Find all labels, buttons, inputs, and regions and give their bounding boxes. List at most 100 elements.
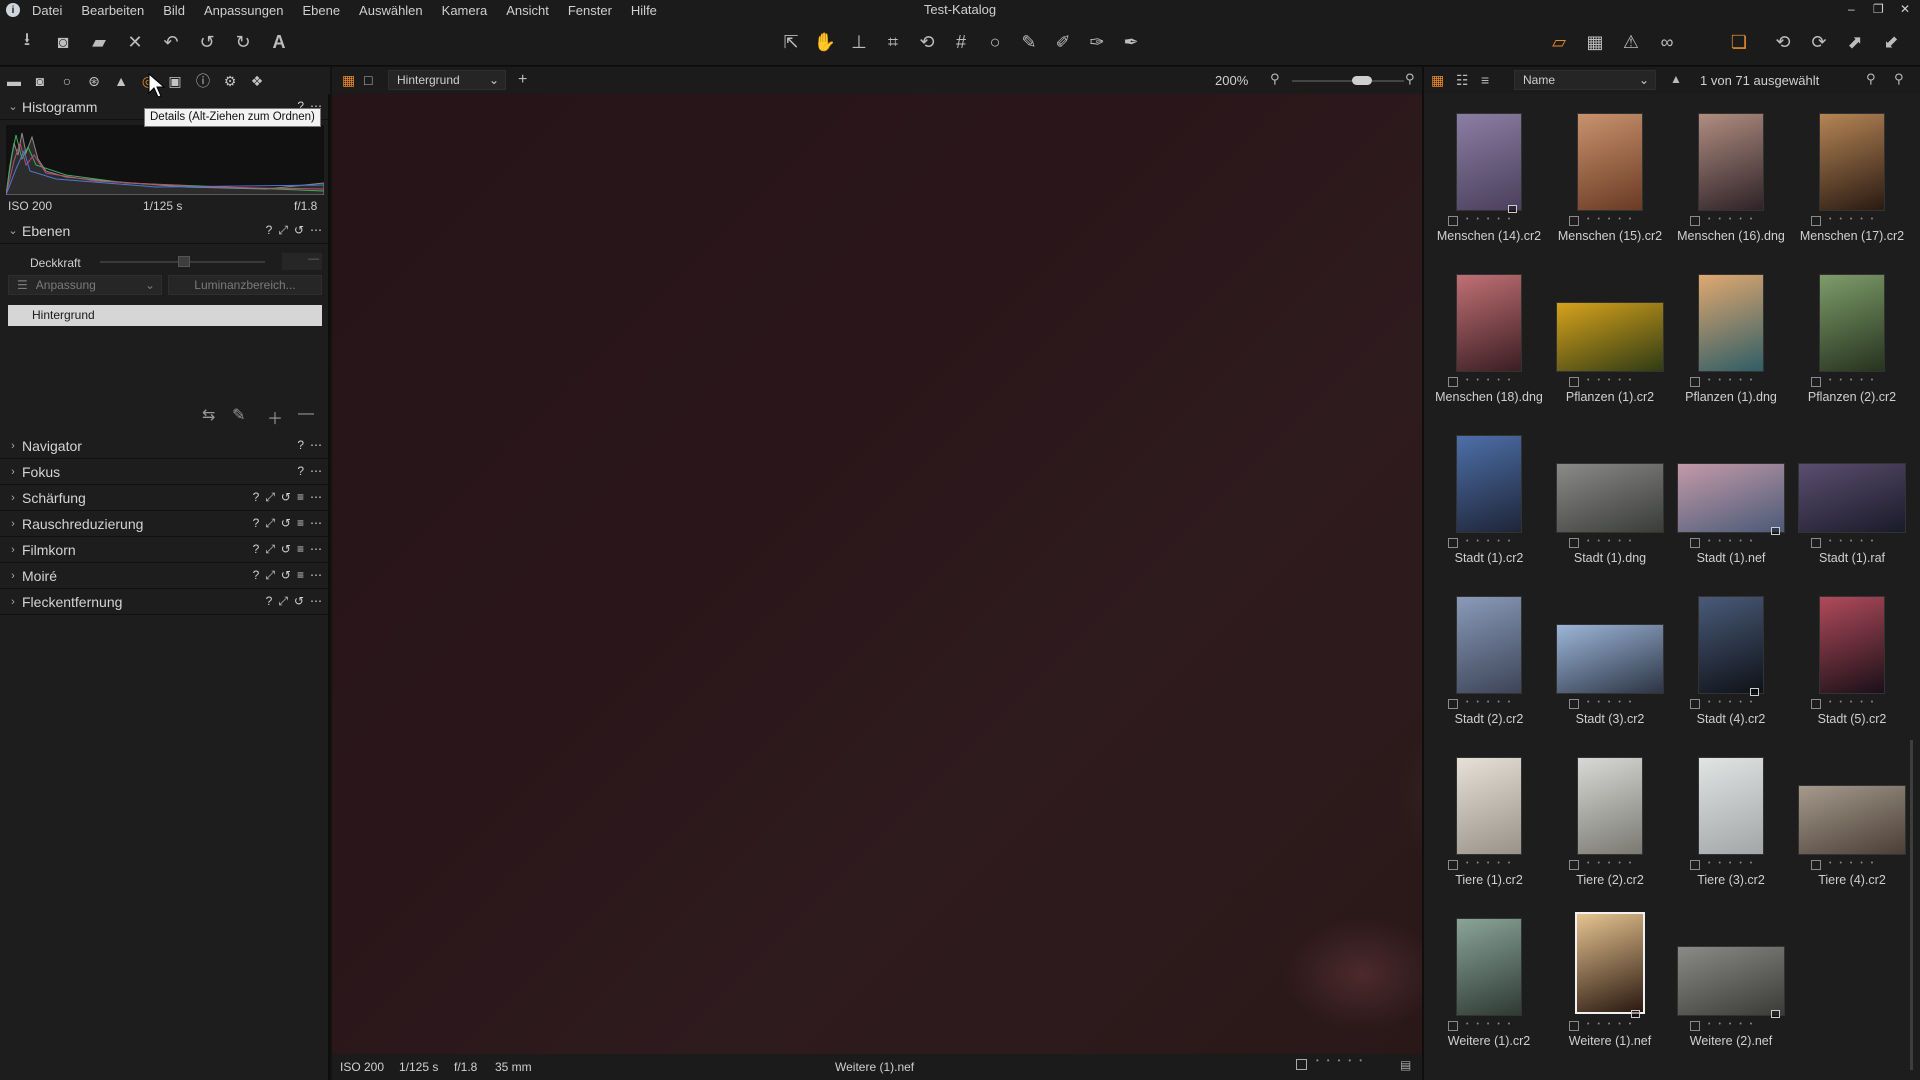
star-rating[interactable]: ••••• (1466, 377, 1518, 384)
thumbnail-image[interactable] (1677, 946, 1785, 1016)
crop-icon[interactable]: ⌗ (878, 27, 908, 57)
minimize-icon[interactable]: – (1848, 2, 1855, 16)
thumbnail-image[interactable] (1456, 435, 1522, 533)
image-viewer[interactable] (332, 94, 1422, 1054)
zoom-in-icon[interactable]: ⚲ (1405, 71, 1415, 87)
layer-brush-icon[interactable]: ✎ (232, 405, 245, 425)
help-icon[interactable]: ? (266, 223, 273, 238)
select-checkbox[interactable] (1448, 377, 1458, 387)
thumbnail-image[interactable] (1819, 113, 1885, 211)
thumbnail-item[interactable]: ••••• Tiere (2).cr2 (1549, 745, 1671, 906)
select-checkbox[interactable] (1690, 216, 1700, 226)
select-checkbox[interactable] (1448, 860, 1458, 870)
restore-icon[interactable]: ❐ (1873, 2, 1884, 16)
reset-icon[interactable]: ↺ (281, 516, 291, 531)
reset-icon[interactable]: ⟲ (1768, 27, 1798, 57)
star-rating[interactable]: ••••• (1466, 699, 1518, 706)
overlay-icon[interactable]: ▱ (1544, 27, 1574, 57)
brush-icon[interactable]: ✐ (1048, 27, 1078, 57)
thumbnail-item[interactable]: ••••• Menschen (17).cr2 (1791, 101, 1913, 262)
star-rating[interactable]: ••••• (1708, 1021, 1760, 1028)
grid-view-icon[interactable]: ▦ (1431, 72, 1444, 89)
select-checkbox[interactable] (1448, 699, 1458, 709)
select-checkbox[interactable] (1690, 699, 1700, 709)
more-icon[interactable]: ⋯ (310, 568, 322, 583)
rotate-icon[interactable]: ⟲ (912, 27, 942, 57)
undo-icon[interactable]: ↺ (192, 27, 222, 57)
help-icon[interactable]: ? (297, 464, 304, 478)
star-rating[interactable]: ••••• (1587, 377, 1639, 384)
more-icon[interactable]: ⋯ (310, 594, 322, 609)
thumbnail-item[interactable]: ••••• Stadt (3).cr2 (1549, 584, 1671, 745)
zoom-out-icon[interactable]: ⚲ (1270, 71, 1280, 87)
more-icon[interactable]: ⋯ (310, 490, 322, 505)
multi-view-icon[interactable]: ▦ (342, 72, 355, 89)
reset-icon[interactable]: ↺ (294, 594, 304, 609)
pen-icon[interactable]: ✒ (1116, 27, 1146, 57)
select-checkbox[interactable] (1690, 538, 1700, 548)
remove-layer-icon[interactable]: — (298, 405, 314, 423)
star-rating[interactable]: ••••• (1708, 538, 1760, 545)
presets-icon[interactable]: ≡ (297, 542, 304, 557)
thumbnail-item[interactable]: ••••• Stadt (5).cr2 (1791, 584, 1913, 745)
star-rating[interactable]: ••••• (1587, 216, 1639, 223)
thumbnail-image[interactable] (1556, 624, 1664, 694)
star-rating[interactable]: ••••• (1708, 377, 1760, 384)
thumbnail-image[interactable] (1577, 757, 1643, 855)
thumbnail-image[interactable] (1456, 596, 1522, 694)
layer-list-icon[interactable]: ⇆ (202, 405, 215, 425)
select-checkbox[interactable] (1569, 699, 1579, 709)
hand-icon[interactable]: ✋ (810, 27, 840, 57)
thumbnail-item[interactable]: ••••• Stadt (1).nef (1670, 423, 1792, 584)
expand-icon[interactable]: ⤢ (265, 568, 275, 583)
grid-icon[interactable]: ▦ (1580, 27, 1610, 57)
reset-icon[interactable]: ↺ (281, 542, 291, 557)
select-checkbox[interactable] (1569, 538, 1579, 548)
help-icon[interactable]: ? (253, 490, 260, 505)
star-rating[interactable]: ••••• (1708, 216, 1760, 223)
color-icon[interactable]: ○ (57, 71, 77, 91)
section-navigator[interactable]: › Navigator ? ⋯ (0, 433, 330, 459)
folder-icon[interactable]: ▰ (84, 27, 114, 57)
thumbnail-image[interactable] (1798, 463, 1906, 533)
select-checkbox[interactable] (1690, 1021, 1700, 1031)
thumbnail-item[interactable]: ••••• Weitere (1).cr2 (1428, 906, 1550, 1067)
thumbnail-item[interactable]: ••••• Pflanzen (1).dng (1670, 262, 1792, 423)
luminance-range-button[interactable]: Luminanzbereich... (168, 275, 322, 295)
opacity-slider-knob[interactable] (178, 256, 190, 267)
color-tag-icon[interactable]: ▤ (1400, 1058, 1411, 1072)
menu-fenster[interactable]: Fenster (568, 3, 612, 18)
redo-icon[interactable]: ↻ (228, 27, 258, 57)
undo-all-icon[interactable]: ↶ (156, 27, 186, 57)
thumbnail-item[interactable]: ••••• Stadt (4).cr2 (1670, 584, 1792, 745)
thumbnail-item[interactable]: ••••• Tiere (3).cr2 (1670, 745, 1792, 906)
help-icon[interactable]: ? (253, 516, 260, 531)
layer-select[interactable]: Hintergrund ⌄ (388, 70, 506, 90)
keystone-icon[interactable]: # (946, 27, 976, 57)
thumbnail-image[interactable] (1556, 463, 1664, 533)
filter-icon[interactable]: ⚲ (1866, 71, 1876, 87)
capture-icon[interactable]: ◙ (30, 71, 50, 91)
menu-anpassungen[interactable]: Anpassungen (204, 3, 284, 18)
apply-up-icon[interactable]: ⬈ (1840, 27, 1870, 57)
menu-hilfe[interactable]: Hilfe (631, 3, 657, 18)
section-filmkorn[interactable]: › Filmkorn ? ⤢ ↺ ≡ ⋯ (0, 537, 330, 563)
eraser-icon[interactable]: ✑ (1082, 27, 1112, 57)
exposure-icon[interactable]: ▲ (111, 71, 131, 91)
add-layer-icon[interactable]: + (518, 71, 527, 89)
reset-icon[interactable]: ↺ (294, 223, 304, 238)
select-checkbox[interactable] (1569, 860, 1579, 870)
menu-ansicht[interactable]: Ansicht (506, 3, 549, 18)
select-checkbox[interactable] (1811, 216, 1821, 226)
expand-icon[interactable]: ⤢ (278, 223, 288, 238)
circle-icon[interactable]: ○ (980, 27, 1010, 57)
select-checkbox[interactable] (1448, 538, 1458, 548)
thumbnail-item[interactable]: ••••• Stadt (1).raf (1791, 423, 1913, 584)
star-rating[interactable]: ••••• (1587, 1021, 1639, 1028)
star-rating[interactable]: ••••• (1829, 538, 1881, 545)
select-checkbox[interactable] (1811, 860, 1821, 870)
search-icon[interactable]: ⚲ (1894, 71, 1904, 87)
thumbnail-item[interactable]: ••••• Stadt (1).cr2 (1428, 423, 1550, 584)
thumbnail-image[interactable] (1575, 912, 1645, 1014)
star-rating[interactable]: ••••• (1587, 860, 1639, 867)
